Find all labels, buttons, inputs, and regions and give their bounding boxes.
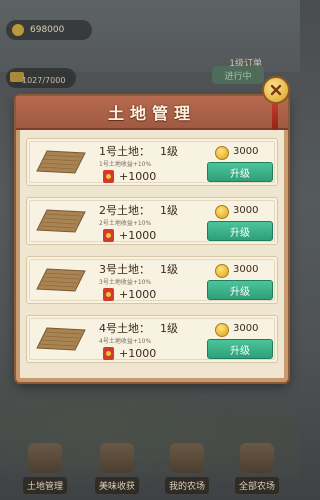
land-reward: +1000 — [119, 229, 157, 242]
nav-label: 全部农场 — [234, 477, 279, 494]
nav-land-management[interactable]: 土地管理 — [14, 434, 76, 494]
land-income: 1号土地收益+10% — [99, 161, 152, 168]
upgrade-button[interactable]: 升级 — [207, 221, 273, 241]
nav-my-farm[interactable]: 我的农场 — [156, 434, 218, 494]
land-card: 1号土地： 1级 1号土地收益+10% +1000 3000 升级 — [26, 138, 278, 186]
land-name: 1号土地： 1级 — [99, 145, 178, 158]
nav-all-farms[interactable]: 全部农场 — [226, 434, 288, 494]
land-list: 1号土地： 1级 1号土地收益+10% +1000 3000 升级 2号土地： 1级… — [26, 138, 278, 370]
red-packet-icon — [103, 347, 114, 360]
coin-icon — [215, 323, 229, 337]
upgrade-cost: 3000 — [233, 264, 259, 275]
nav-harvest[interactable]: 美味收获 — [86, 434, 148, 494]
mountain-icon — [100, 443, 134, 473]
land-card: 4号土地： 1级 4号土地收益+10% +1000 3000 升级 — [26, 315, 278, 363]
land-level: 1级 — [160, 322, 178, 335]
upgrade-button[interactable]: 升级 — [207, 162, 273, 182]
land-income: 3号土地收益+10% — [99, 279, 152, 286]
nav-label: 我的农场 — [164, 477, 209, 494]
gold-amount: 1027/7000 — [22, 76, 66, 85]
roof-icon — [240, 443, 274, 473]
coin-icon — [215, 146, 229, 160]
upgrade-cost: 3000 — [233, 205, 259, 216]
gate-icon — [28, 443, 62, 473]
farm-icon — [170, 443, 204, 473]
coin-icon — [215, 264, 229, 278]
coin-counter: 698000 — [6, 20, 92, 40]
close-button[interactable] — [262, 76, 290, 104]
coin-icon — [215, 205, 229, 219]
land-plot-icon — [36, 150, 86, 174]
land-card: 2号土地： 1级 2号土地收益+10% +1000 3000 升级 — [26, 197, 278, 245]
land-level: 1级 — [160, 204, 178, 217]
land-reward: +1000 — [119, 347, 157, 360]
land-level: 1级 — [160, 263, 178, 276]
land-plot-icon — [36, 327, 86, 351]
red-packet-icon — [103, 288, 114, 301]
upgrade-button[interactable]: 升级 — [207, 339, 273, 359]
land-name: 4号土地： 1级 — [99, 322, 178, 335]
land-income: 2号土地收益+10% — [99, 220, 152, 227]
land-card: 3号土地： 1级 3号土地收益+10% +1000 3000 升级 — [26, 256, 278, 304]
coin-amount: 698000 — [30, 25, 65, 35]
land-level: 1级 — [160, 145, 178, 158]
land-plot-icon — [36, 209, 86, 233]
upgrade-cost: 3000 — [233, 323, 259, 334]
land-management-dialog: 土地管理 1号土地： 1级 1号土地收益+10% +1000 3000 升级 2… — [16, 76, 290, 382]
close-icon — [270, 84, 282, 96]
tassel-decoration — [272, 104, 278, 130]
dialog-title: 土地管理 — [107, 104, 196, 123]
land-name: 2号土地： 1级 — [99, 204, 178, 217]
land-name: 3号土地： 1级 — [99, 263, 178, 276]
nav-label: 土地管理 — [22, 477, 67, 494]
order-status-button[interactable]: 进行中 — [212, 66, 264, 84]
land-plot-icon — [36, 268, 86, 292]
land-income: 4号土地收益+10% — [99, 338, 152, 345]
bottom-nav: 土地管理 美味收获 我的农场 全部农场 — [0, 430, 300, 500]
upgrade-button[interactable]: 升级 — [207, 280, 273, 300]
red-packet-icon — [103, 229, 114, 242]
land-reward: +1000 — [119, 170, 157, 183]
red-packet-icon — [103, 170, 114, 183]
land-reward: +1000 — [119, 288, 157, 301]
dialog-header: 土地管理 — [16, 96, 288, 130]
coin-icon — [12, 24, 24, 36]
upgrade-cost: 3000 — [233, 146, 259, 157]
nav-label: 美味收获 — [94, 477, 139, 494]
